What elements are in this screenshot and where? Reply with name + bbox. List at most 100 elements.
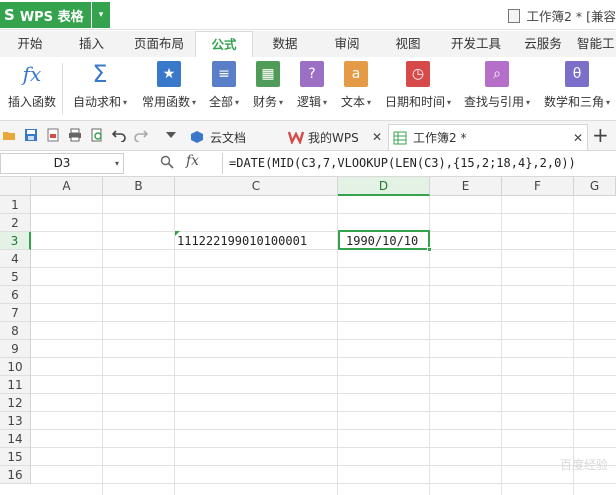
fill-handle[interactable]: [427, 247, 432, 252]
column-header-d[interactable]: D: [338, 177, 430, 196]
gridline: [31, 231, 616, 232]
doc-tab-cloud-docs[interactable]: 云文档: [186, 124, 282, 150]
row-header[interactable]: 14: [0, 430, 31, 448]
tab-page-layout[interactable]: 页面布局: [123, 31, 195, 57]
gridline: [31, 303, 616, 304]
row-header[interactable]: 4: [0, 250, 31, 268]
undo-icon[interactable]: [112, 128, 126, 142]
formula-bar: D3 ▾ fx =DATE(MID(C3,7,VLOOKUP(LEN(C3),{…: [0, 151, 616, 177]
title-bar: S WPS 表格 ▾ 工作簿2 * [兼容: [0, 0, 616, 30]
close-tab-icon[interactable]: ✕: [573, 131, 583, 145]
doc-tab-my-wps[interactable]: 我的WPS ✕: [286, 124, 384, 150]
lookup-reference-functions-button[interactable]: ⌕ 查找与引用 ▾: [460, 61, 534, 110]
search-book-icon: ⌕: [485, 61, 509, 87]
financial-functions-button[interactable]: ▦ 财务 ▾: [249, 61, 287, 110]
row-header[interactable]: 6: [0, 286, 31, 304]
search-icon[interactable]: [160, 155, 174, 169]
row-header[interactable]: 8: [0, 322, 31, 340]
tab-cloud-service[interactable]: 云服务: [513, 31, 573, 57]
text-functions-button[interactable]: a 文本 ▾: [337, 61, 375, 110]
column-header-a[interactable]: A: [31, 177, 103, 196]
cell-c3[interactable]: 111222199010100001: [177, 232, 307, 250]
save-icon[interactable]: [24, 128, 38, 142]
gridline: [102, 196, 103, 495]
row-header[interactable]: 11: [0, 376, 31, 394]
column-header-b[interactable]: B: [103, 177, 175, 196]
logical-functions-button[interactable]: ? 逻辑 ▾: [293, 61, 331, 110]
row-header[interactable]: 15: [0, 448, 31, 466]
column-header-e[interactable]: E: [430, 177, 502, 196]
column-header-g[interactable]: G: [574, 177, 616, 196]
row-header[interactable]: 1: [0, 196, 31, 214]
book-icon: ≡: [212, 61, 236, 87]
fx-icon: fx: [22, 62, 42, 86]
gridline: [31, 465, 616, 466]
tab-home[interactable]: 开始: [0, 31, 60, 57]
tab-data[interactable]: 数据: [253, 31, 317, 57]
common-functions-button[interactable]: ★ 常用函数 ▾: [137, 61, 201, 110]
cloud-doc-icon: [191, 131, 203, 143]
gridline: [31, 285, 616, 286]
spreadsheet-grid[interactable]: A B C D E F G 1 2 3 4 5 6 7 8 9 10 11 12…: [0, 177, 616, 495]
gridline: [31, 249, 616, 250]
print-preview-icon[interactable]: [90, 128, 104, 142]
column-header-c[interactable]: C: [175, 177, 338, 196]
app-menu-button[interactable]: S WPS 表格: [0, 2, 91, 28]
quick-access-dropdown-icon[interactable]: [166, 131, 176, 139]
window-title: 工作簿2 * [兼容: [508, 6, 616, 25]
close-tab-icon[interactable]: ✕: [372, 130, 382, 144]
question-book-icon: ?: [300, 61, 324, 87]
print-icon[interactable]: [68, 128, 82, 142]
wps-logo-icon: S: [4, 6, 15, 24]
gridline: [501, 196, 502, 495]
open-folder-icon[interactable]: [2, 128, 16, 142]
row-header-selected[interactable]: 3: [0, 232, 31, 250]
redo-icon[interactable]: [134, 128, 148, 142]
column-header-f[interactable]: F: [502, 177, 574, 196]
formula-input[interactable]: =DATE(MID(C3,7,VLOOKUP(LEN(C3),{15,2;18,…: [222, 153, 616, 174]
wps-icon: [288, 131, 304, 144]
gridline: [31, 375, 616, 376]
doc-tab-workbook2[interactable]: 工作簿2 * ✕: [388, 124, 588, 150]
row-header[interactable]: 16: [0, 466, 31, 484]
star-book-icon: ★: [157, 61, 181, 87]
app-name: WPS 表格: [19, 9, 84, 25]
fx-icon[interactable]: fx: [186, 153, 199, 169]
watermark: 百度经验: [559, 458, 608, 472]
gridline: [573, 196, 574, 495]
tab-developer[interactable]: 开发工具: [439, 31, 513, 57]
row-header[interactable]: 2: [0, 214, 31, 232]
ribbon-tabs: 开始 插入 页面布局 公式 数据 审阅 视图 开发工具 云服务 智能工: [0, 31, 616, 57]
name-box[interactable]: D3 ▾: [0, 153, 124, 174]
tab-smart-tools[interactable]: 智能工: [573, 31, 616, 57]
tab-insert[interactable]: 插入: [60, 31, 123, 57]
row-header[interactable]: 7: [0, 304, 31, 322]
row-header[interactable]: 10: [0, 358, 31, 376]
text-book-icon: a: [344, 61, 368, 87]
gridline: [31, 267, 616, 268]
all-functions-button[interactable]: ≡ 全部 ▾: [205, 61, 243, 110]
gridline: [174, 196, 175, 495]
new-tab-icon[interactable]: +: [592, 124, 609, 146]
active-cell-border: [338, 230, 430, 250]
insert-function-button[interactable]: fx 插入函数: [6, 61, 58, 110]
gridline: [31, 339, 616, 340]
date-time-functions-button[interactable]: ◷ 日期和时间 ▾: [381, 61, 455, 110]
select-all-corner[interactable]: [0, 177, 31, 196]
math-trig-functions-button[interactable]: θ 数学和三角 ▾: [540, 61, 614, 110]
row-header[interactable]: 13: [0, 412, 31, 430]
tab-view[interactable]: 视图: [377, 31, 439, 57]
row-header[interactable]: 12: [0, 394, 31, 412]
export-pdf-icon[interactable]: [46, 128, 60, 142]
app-menu-dropdown-button[interactable]: ▾: [92, 2, 110, 28]
row-header[interactable]: 5: [0, 268, 31, 286]
autosum-button[interactable]: Σ 自动求和 ▾: [69, 60, 131, 110]
theta-book-icon: θ: [565, 61, 589, 87]
sheet-icon: [393, 131, 407, 144]
row-header[interactable]: 9: [0, 340, 31, 358]
document-icon: [508, 8, 521, 23]
name-box-dropdown-icon[interactable]: ▾: [115, 154, 119, 173]
tab-formulas[interactable]: 公式: [195, 31, 253, 57]
tab-review[interactable]: 审阅: [317, 31, 377, 57]
gridline: [31, 411, 616, 412]
